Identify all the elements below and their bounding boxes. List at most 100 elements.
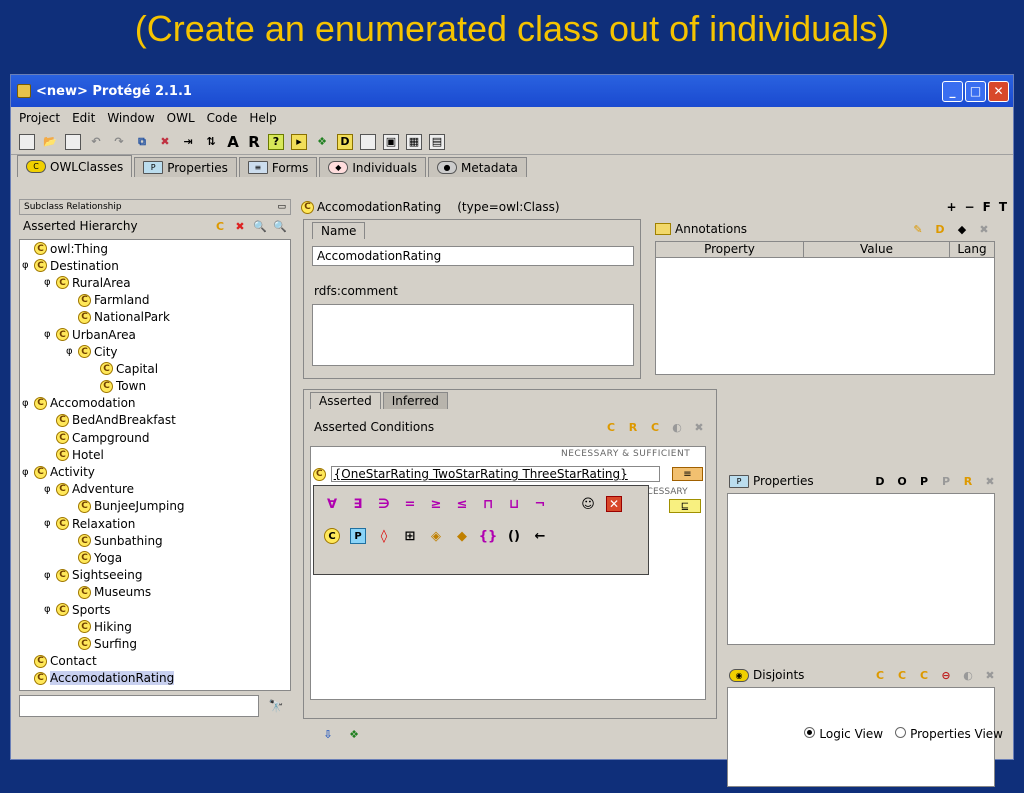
subclass-button[interactable]: ⊑ (669, 499, 701, 513)
close-palette-icon[interactable]: ✕ (606, 496, 622, 512)
tree-node[interactable]: C BedAndBreakfast (20, 412, 290, 429)
sort-icon[interactable]: ⇅ (203, 134, 219, 150)
intersection-button[interactable]: ⊓ (480, 496, 496, 512)
add-named-disjoint-icon[interactable]: C (895, 668, 909, 682)
tree-node[interactable]: C Sunbathing (20, 532, 290, 549)
tree-node[interactable]: C Yoga (20, 549, 290, 566)
tree-node[interactable]: φ C Sightseeing (20, 567, 290, 584)
copy-icon[interactable]: ⧉ (134, 134, 150, 150)
expander-icon[interactable]: φ (44, 518, 54, 529)
add-action[interactable]: + (946, 200, 956, 214)
delete-annotation-icon[interactable]: ✖ (977, 222, 991, 236)
new-project-icon[interactable] (19, 133, 35, 150)
binoculars-icon[interactable]: 🔭 (265, 695, 287, 717)
expander-icon[interactable]: φ (22, 398, 32, 409)
remove-condition-icon[interactable]: ◐ (670, 420, 684, 434)
insert-false-button[interactable]: ◆ (454, 528, 470, 544)
datatype-property-icon[interactable]: D (873, 474, 887, 488)
hasvalue-button[interactable]: ∋ (376, 496, 392, 512)
wizard-icon[interactable]: ☺ (580, 496, 596, 512)
tree-node[interactable]: φ C Accomodation (20, 395, 290, 412)
classify-icon[interactable]: ❖ (347, 727, 361, 741)
find-next-icon[interactable]: 🔍 (273, 219, 287, 233)
tree-node[interactable]: C Farmland (20, 292, 290, 309)
add-annotation-icon[interactable]: ✎ (911, 222, 925, 236)
insert-property-button[interactable]: P (350, 528, 366, 544)
maximize-panel-icon[interactable]: ▭ (277, 202, 286, 212)
close-button[interactable]: ✕ (988, 80, 1009, 102)
enumeration-button[interactable]: {} (479, 528, 498, 544)
add-doc-icon[interactable]: D (933, 222, 947, 236)
open-project-icon[interactable]: 📂 (42, 134, 58, 150)
maximize-button[interactable]: □ (965, 80, 986, 102)
tree-node[interactable]: C AccomodationRating (20, 670, 290, 687)
tree-node[interactable]: C Museums (20, 584, 290, 601)
f-action[interactable]: F (983, 200, 991, 214)
condition-editor[interactable]: {OneStarRating TwoStarRating ThreeStarRa… (330, 466, 660, 482)
parentheses-button[interactable]: () (506, 528, 522, 544)
expander-icon[interactable]: φ (44, 604, 54, 615)
remove-property-icon[interactable]: P (939, 474, 953, 488)
expander-icon[interactable]: φ (44, 570, 54, 581)
insert-true-button[interactable]: ◈ (428, 528, 444, 544)
tree-node[interactable]: C Hotel (20, 446, 290, 463)
tree-node[interactable]: C Town (20, 378, 290, 395)
complement-button[interactable]: ¬ (532, 496, 548, 512)
menu-code[interactable]: Code (207, 111, 238, 125)
tab-inferred[interactable]: Inferred (382, 392, 448, 409)
import-icon[interactable]: ⇩ (321, 727, 335, 741)
undo-icon[interactable]: ↶ (88, 134, 104, 150)
tree-node[interactable]: C Contact (20, 653, 290, 670)
remove-disjoint-icon[interactable]: ◐ (961, 668, 975, 682)
a-tool-icon[interactable]: A (226, 133, 240, 151)
create-restriction-icon[interactable]: R (961, 474, 975, 488)
menu-owl[interactable]: OWL (167, 111, 195, 125)
menu-edit[interactable]: Edit (72, 111, 95, 125)
save-project-icon[interactable] (65, 133, 81, 150)
add-individual-icon[interactable]: ◆ (955, 222, 969, 236)
menu-project[interactable]: Project (19, 111, 60, 125)
tree-node[interactable]: φ C City (20, 343, 290, 360)
insert-icon[interactable]: ⇥ (180, 134, 196, 150)
window-icon[interactable]: ▣ (383, 133, 399, 150)
delete-class-icon[interactable]: ✖ (233, 219, 247, 233)
menu-help[interactable]: Help (249, 111, 276, 125)
tree-node[interactable]: φ C UrbanArea (20, 326, 290, 343)
tree-node[interactable]: φ C RuralArea (20, 274, 290, 291)
add-disjoint-icon[interactable]: C (873, 668, 887, 682)
remove-action[interactable]: − (965, 200, 975, 214)
run-icon[interactable]: ▸ (291, 133, 307, 150)
expander-icon[interactable]: φ (44, 329, 54, 340)
remove-all-icon[interactable]: ⊖ (939, 668, 953, 682)
add-named-class-icon[interactable]: C (648, 420, 662, 434)
menu-window[interactable]: Window (107, 111, 154, 125)
search-input[interactable] (19, 695, 259, 717)
tree-node[interactable]: C Campground (20, 429, 290, 446)
name-field[interactable]: AccomodationRating (312, 246, 634, 266)
tree-node[interactable]: φ C Adventure (20, 481, 290, 498)
table-icon[interactable]: ▦ (406, 133, 422, 150)
tab-properties[interactable]: P Properties (134, 157, 237, 177)
tree-node[interactable]: Cowl:Thing (20, 240, 290, 257)
create-subclass-icon[interactable]: C (213, 219, 227, 233)
tab-asserted[interactable]: Asserted (310, 392, 381, 409)
find-icon[interactable]: 🔍 (253, 219, 267, 233)
tree-node[interactable]: C NationalPark (20, 309, 290, 326)
delete-icon[interactable]: ✖ (157, 134, 173, 150)
minimize-button[interactable]: _ (942, 80, 963, 102)
classify-icon[interactable]: ❖ (314, 134, 330, 150)
help-query-icon[interactable]: ? (268, 133, 284, 150)
properties-view-radio[interactable]: Properties View (895, 727, 1003, 741)
create-condition-icon[interactable]: C (604, 420, 618, 434)
delete-property-icon[interactable]: ✖ (983, 474, 997, 488)
expander-icon[interactable]: φ (66, 346, 76, 357)
max-cardinality-button[interactable]: ≤ (454, 496, 470, 512)
tab-forms[interactable]: ≡ Forms (238, 157, 318, 177)
tab-metadata[interactable]: ● Metadata (428, 157, 527, 177)
expander-icon[interactable]: φ (22, 467, 32, 478)
union-button[interactable]: ⊔ (506, 496, 522, 512)
create-restriction-icon[interactable]: R (626, 420, 640, 434)
expander-icon[interactable]: φ (22, 260, 32, 271)
logic-view-radio[interactable]: Logic View (804, 727, 883, 741)
insert-class-button[interactable]: C (324, 528, 340, 544)
